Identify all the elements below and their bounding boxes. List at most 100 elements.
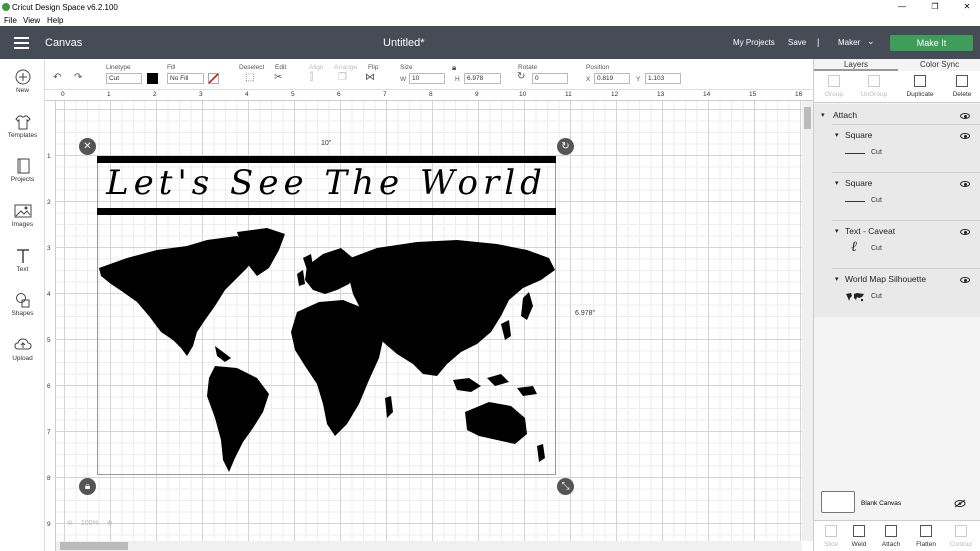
layer-operation[interactable]: Cut xyxy=(871,197,882,204)
redo-icon[interactable]: ↷ xyxy=(74,72,82,83)
sidebar-item-shapes[interactable]: Shapes xyxy=(0,292,45,317)
make-it-button[interactable]: Make It xyxy=(890,35,973,51)
save-button[interactable]: Save xyxy=(788,38,806,47)
menu-file[interactable]: File xyxy=(4,16,17,25)
fill-label: Fill xyxy=(167,64,176,71)
sidebar-item-upload[interactable]: Upload xyxy=(0,337,45,362)
collapse-icon[interactable]: ▾ xyxy=(835,275,839,283)
flatten-button[interactable]: Flatten xyxy=(909,525,943,548)
scroll-thumb[interactable] xyxy=(60,542,128,550)
panel-tabs: Layers Color Sync xyxy=(814,59,980,71)
machine-select[interactable]: Maker xyxy=(838,38,860,47)
ruler-top: 0 1 2 3 4 5 6 7 8 9 10 11 12 13 14 15 16 xyxy=(45,90,813,101)
tool-label: Flatten xyxy=(916,541,936,548)
flip-label: Flip xyxy=(368,64,379,71)
tab-color-sync[interactable]: Color Sync xyxy=(898,59,980,71)
layer-operation[interactable]: Cut xyxy=(871,245,882,252)
ruler-tick: 5 xyxy=(291,91,295,98)
document-title: Untitled* xyxy=(383,37,425,49)
linetype-color-swatch[interactable] xyxy=(147,73,158,84)
eye-off-icon[interactable] xyxy=(954,499,966,508)
text-icon xyxy=(16,249,29,263)
eye-icon[interactable] xyxy=(960,133,970,139)
horizontal-scrollbar[interactable] xyxy=(56,541,802,551)
sidebar-label: Projects xyxy=(10,176,35,183)
scissors-icon[interactable]: ✂ xyxy=(274,72,282,83)
group-icon xyxy=(828,75,840,87)
eye-icon[interactable] xyxy=(960,229,970,235)
layer-name: World Map Silhouette xyxy=(845,274,927,284)
shapes-icon xyxy=(15,293,29,308)
weld-button[interactable]: Weld xyxy=(842,525,876,548)
maximize-button[interactable]: ❐ xyxy=(929,2,941,11)
lock-icon[interactable]: 🔒︎ xyxy=(452,63,456,73)
layer-name: Text - Caveat xyxy=(845,226,896,236)
deselect-icon[interactable]: ⬚ xyxy=(245,72,254,83)
layer-operation[interactable]: Cut xyxy=(871,149,882,156)
y-input[interactable]: 1.103 xyxy=(645,73,681,84)
x-input[interactable]: 0.819 xyxy=(594,73,630,84)
menu-help[interactable]: Help xyxy=(47,16,63,25)
linetype-select[interactable]: Cut xyxy=(106,73,142,84)
no-fill-swatch-icon[interactable] xyxy=(208,73,219,84)
eye-icon[interactable] xyxy=(960,277,970,283)
square-shape-top[interactable] xyxy=(97,156,556,163)
collapse-icon[interactable]: ▾ xyxy=(835,179,839,187)
layer-operation[interactable]: Cut xyxy=(871,293,882,300)
collapse-icon[interactable]: ▾ xyxy=(821,111,825,119)
zoom-out-icon[interactable]: ⊖ xyxy=(67,520,73,527)
hamburger-menu-icon[interactable] xyxy=(14,37,29,49)
world-map-silhouette[interactable] xyxy=(97,228,556,474)
flip-icon[interactable]: ⋈ xyxy=(365,72,375,83)
tool-label: Slice xyxy=(823,541,839,548)
ungroup-button: UnGroup xyxy=(854,75,894,98)
sidebar-item-images[interactable]: Images xyxy=(0,203,45,228)
ruler-tick: 2 xyxy=(153,91,157,98)
image-icon xyxy=(14,204,31,218)
width-input[interactable]: 10 xyxy=(409,73,445,84)
sidebar-item-new[interactable]: New xyxy=(0,69,45,94)
blank-canvas-swatch[interactable] xyxy=(821,491,855,513)
eye-icon[interactable] xyxy=(960,181,970,187)
sidebar-item-projects[interactable]: Projects xyxy=(0,158,45,183)
minimize-button[interactable]: — xyxy=(896,2,908,11)
delete-button[interactable]: Delete xyxy=(942,75,980,98)
zoom-in-icon[interactable]: ⊕ xyxy=(107,520,113,527)
square-shape-bottom[interactable] xyxy=(97,208,556,215)
ruler-tick: 8 xyxy=(47,475,51,482)
divider xyxy=(832,172,980,173)
sidebar-label: Upload xyxy=(12,355,33,362)
undo-icon[interactable]: ↶ xyxy=(53,72,61,83)
sidebar-item-text[interactable]: Text xyxy=(0,248,45,273)
attach-button[interactable]: Attach xyxy=(874,525,908,548)
ruler-tick: 9 xyxy=(475,91,479,98)
tab-layers[interactable]: Layers xyxy=(814,59,898,71)
sidebar-label: Text xyxy=(16,266,29,273)
blank-canvas-row[interactable]: Blank Canvas xyxy=(814,486,980,520)
my-projects-link[interactable]: My Projects xyxy=(733,38,775,47)
height-input[interactable]: 6.978 xyxy=(464,73,501,84)
duplicate-button[interactable]: Duplicate xyxy=(900,75,940,98)
scroll-thumb[interactable] xyxy=(804,107,811,129)
fill-select[interactable]: No Fill xyxy=(167,73,204,84)
tool-label: Delete xyxy=(952,91,972,98)
chevron-down-icon[interactable]: ⌄ xyxy=(867,36,875,47)
close-window-button[interactable]: ✕ xyxy=(961,2,973,11)
vertical-scrollbar[interactable] xyxy=(802,101,813,541)
headline-text[interactable]: Let's See The World xyxy=(97,163,556,203)
collapse-icon[interactable]: ▾ xyxy=(835,131,839,139)
rotate-handle-icon[interactable]: ↻ xyxy=(557,138,574,155)
delete-handle-icon[interactable]: ✕ xyxy=(79,138,96,155)
menu-view[interactable]: View xyxy=(23,16,40,25)
line-thumbnail-icon xyxy=(845,153,865,154)
eye-icon[interactable] xyxy=(960,113,970,119)
collapse-icon[interactable]: ▾ xyxy=(835,227,839,235)
lock-handle-icon[interactable]: 🔒︎ xyxy=(79,478,96,495)
plus-icon xyxy=(15,69,30,85)
rotate-input[interactable]: 0 xyxy=(532,73,568,84)
sidebar-item-templates[interactable]: Templates xyxy=(0,114,45,139)
attach-icon xyxy=(885,525,897,537)
layer-name: Square xyxy=(845,130,873,140)
bottom-tools: Slice Weld Attach Flatten Contour xyxy=(814,520,980,551)
resize-handle-icon[interactable]: ⤡ xyxy=(557,478,574,495)
